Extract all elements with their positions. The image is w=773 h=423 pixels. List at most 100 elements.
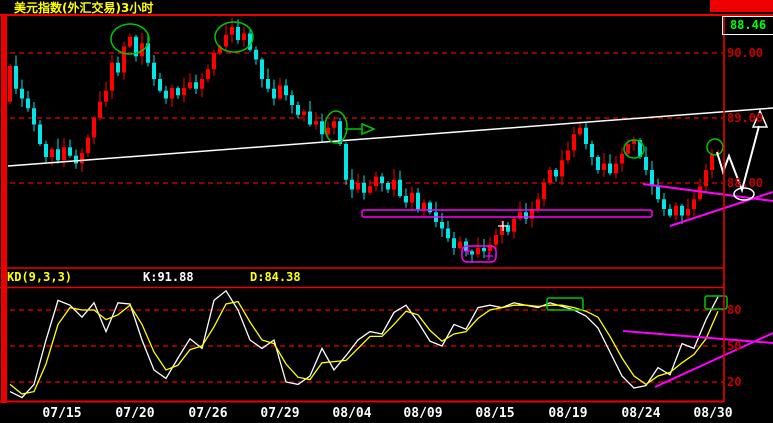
candle-body	[206, 69, 210, 79]
candle-body	[650, 170, 654, 187]
candle-body	[176, 88, 180, 96]
candle-body	[386, 183, 390, 190]
left-border	[1, 15, 7, 403]
kd-axis-label: 50	[727, 339, 742, 353]
candle-body	[410, 192, 414, 203]
date-axis-label: 07/20	[115, 406, 155, 421]
candle-body	[398, 179, 402, 196]
candle-body	[38, 124, 42, 144]
candle-body	[428, 202, 432, 213]
candle-body	[284, 85, 288, 96]
candle-body	[68, 147, 72, 156]
candle-body	[296, 105, 300, 115]
candle-body	[278, 85, 282, 99]
candle-body	[212, 53, 216, 70]
kd-wedge-upper[interactable]	[622, 330, 773, 344]
candle-body	[314, 121, 318, 125]
kd-k-value: K:91.88	[143, 270, 194, 284]
candle-body	[80, 153, 84, 164]
candle-body	[74, 155, 78, 164]
last-peak-circle[interactable]	[706, 138, 724, 156]
candle-body	[674, 205, 678, 216]
candle-body	[194, 82, 198, 89]
candle-body	[164, 90, 168, 99]
candle-body	[512, 218, 516, 232]
candle-body	[20, 88, 24, 99]
candle-body	[44, 144, 48, 157]
candle-body	[458, 241, 462, 248]
candle-body	[470, 251, 474, 255]
rising-trendline[interactable]	[7, 107, 773, 167]
candle-body	[416, 192, 420, 209]
candle-body	[404, 196, 408, 203]
pennant-lower[interactable]	[669, 191, 773, 227]
candle-body	[356, 183, 360, 190]
candle-body	[662, 199, 666, 209]
candle-body	[188, 82, 192, 89]
candle-body	[626, 144, 630, 154]
candle-body	[452, 238, 456, 248]
candle-body	[494, 235, 498, 245]
kd-wedge-lower[interactable]	[654, 332, 773, 388]
candle-body	[200, 79, 204, 89]
candle-body	[230, 27, 234, 35]
price-axis-label: 88.00	[727, 176, 764, 190]
candle-body	[614, 163, 618, 174]
candle-body	[152, 62, 156, 79]
candle-body	[158, 79, 162, 91]
candle-body	[566, 150, 570, 161]
kd-d-value: D:84.38	[250, 270, 301, 284]
candle-body	[368, 186, 372, 193]
date-axis-label: 08/09	[403, 406, 443, 421]
candle-body	[350, 179, 354, 190]
candle-body	[482, 248, 486, 252]
price-axis-label: 89.00	[727, 111, 764, 125]
candle-body	[290, 95, 294, 105]
candle-body	[656, 186, 660, 200]
candle-body	[374, 176, 378, 187]
candle-body	[266, 79, 270, 89]
candle-body	[260, 59, 264, 79]
candle-body	[578, 127, 582, 135]
candle-body	[446, 228, 450, 239]
candle-body	[686, 209, 690, 216]
candle-body	[710, 153, 714, 170]
candle-body	[704, 170, 708, 187]
candle-body	[602, 163, 606, 170]
date-axis-label: 07/15	[42, 406, 82, 421]
candle-body	[308, 111, 312, 125]
candle-body	[302, 111, 306, 115]
candle-body	[476, 248, 480, 255]
candle-body	[596, 157, 600, 170]
candle-body	[332, 121, 336, 128]
candle-body	[692, 199, 696, 209]
green-right-arrowhead[interactable]	[361, 122, 376, 136]
candle-body	[98, 101, 102, 118]
chart-canvas[interactable]	[0, 0, 773, 423]
price-axis-label: 90.00	[727, 46, 764, 60]
last-price-box: 88.46	[722, 16, 773, 35]
candle-body	[32, 108, 36, 125]
candle-body	[608, 163, 612, 174]
date-axis-label: 07/26	[188, 406, 228, 421]
kd-line-D	[9, 300, 719, 395]
candle-body	[8, 66, 12, 102]
candle-body	[698, 186, 702, 200]
top2-circle[interactable]	[214, 21, 254, 53]
candle-body	[320, 121, 324, 135]
candle-body	[362, 183, 366, 193]
date-axis-label: 08/19	[548, 406, 588, 421]
date-axis-label: 08/24	[621, 406, 661, 421]
candle-body	[542, 183, 546, 200]
candle-body	[242, 33, 246, 40]
candle-body	[560, 160, 564, 177]
kd-axis-label: 80	[727, 303, 742, 317]
kd-indicator-label[interactable]: KD(9,3,3)	[7, 270, 72, 284]
candle-body	[14, 66, 18, 89]
candle-body	[548, 170, 552, 183]
support-channel[interactable]	[361, 209, 653, 218]
candle-body	[584, 127, 588, 144]
candle-body	[62, 147, 66, 161]
candle-body	[380, 176, 384, 183]
candle-body	[680, 205, 684, 216]
